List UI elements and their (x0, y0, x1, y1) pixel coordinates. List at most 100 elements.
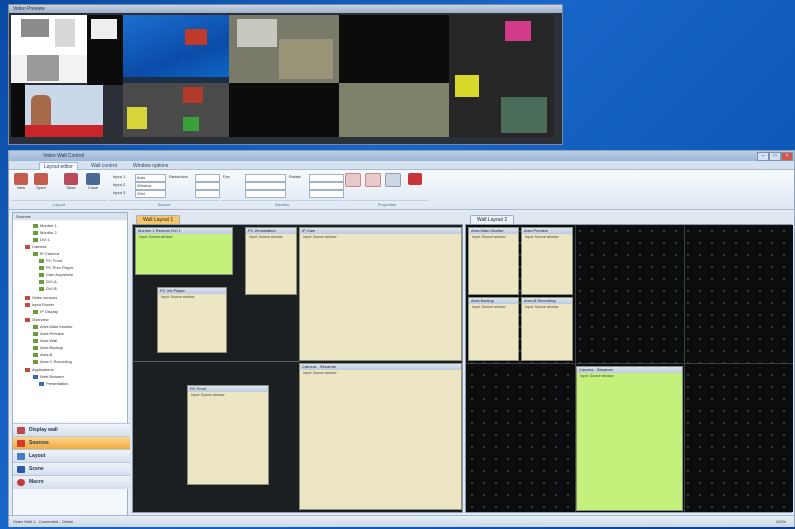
nav-display-wall[interactable]: Display wall (13, 423, 143, 437)
tree-item[interactable]: Web Browser (33, 374, 64, 379)
preview-tile-black (339, 15, 449, 83)
tree-item[interactable]: Area Preview (33, 331, 64, 336)
fps-field[interactable] (245, 174, 286, 182)
tree-item[interactable]: Input Router (25, 302, 54, 307)
tree-item[interactable]: IP Camera (33, 251, 59, 256)
input-label: Input 1 (113, 174, 126, 179)
doc-tab-wall-layout-2[interactable]: Wall Layout 2 (470, 215, 515, 224)
tree-item[interactable]: Overview (25, 317, 49, 322)
input-select[interactable]: Grid (135, 190, 166, 198)
status-text: Video Wall 1 - Connected - Online (13, 519, 74, 524)
preview-tile-black (229, 83, 339, 137)
ribbon-tabs: Layout editor Wall control Window option… (9, 161, 794, 171)
preview-tile-desktop (123, 15, 229, 83)
resolution-label: Resolution (169, 174, 188, 179)
nav-scene[interactable]: Scene (13, 462, 143, 476)
app-title: Video Wall Control (43, 153, 85, 159)
open-button[interactable]: Open (33, 173, 49, 195)
preview-tile-dashboard (449, 15, 554, 137)
maximize-icon[interactable]: □ (769, 152, 781, 161)
refresh-button[interactable] (385, 173, 401, 195)
new-button[interactable]: New (13, 173, 29, 195)
rotate-field[interactable] (309, 190, 344, 198)
macro-icon (17, 479, 25, 486)
source-window[interactable]: Area Backup Input: Source window (468, 297, 519, 361)
input-select[interactable]: Auto (135, 174, 166, 182)
delete-icon (345, 173, 361, 187)
tree-item[interactable]: Cam Anywhere (39, 272, 73, 277)
source-window[interactable]: Camera - Streamer Input: Source window (299, 363, 462, 510)
link-button[interactable] (365, 173, 381, 195)
preview-title: Video Preview (13, 6, 45, 12)
preview-tile-aerial (339, 83, 449, 137)
tree-item[interactable]: Monitor 2 (33, 230, 57, 235)
nav-macro[interactable]: Macro (13, 475, 143, 489)
source-window[interactable]: Camera - Streamer Input: Source window (576, 366, 683, 511)
close-icon[interactable]: × (781, 152, 793, 161)
resolution-field[interactable] (195, 182, 220, 190)
tree-item[interactable]: Area B (33, 352, 52, 357)
sidebar: Sources Monitor 1 Monitor 2 DVI 1 Camera… (12, 212, 143, 524)
source-window[interactable]: Area Main Monitor Input: Source window (468, 227, 519, 295)
calendar-icon (408, 173, 422, 185)
title-bar: Video Wall Control – □ × (9, 151, 794, 161)
tree-item[interactable]: PC Front (39, 258, 62, 263)
zoom-level: 100% (775, 519, 786, 524)
refresh-icon (385, 173, 401, 187)
rotate-label: Rotate (289, 174, 301, 179)
resolution-field[interactable] (195, 174, 220, 182)
tree-item[interactable]: DVI-B (39, 286, 57, 291)
nav-layout[interactable]: Layout (13, 449, 143, 463)
tree-item[interactable]: Presentation (39, 381, 68, 386)
rotate-field[interactable] (309, 182, 344, 190)
link-icon (365, 173, 381, 187)
tree-item[interactable]: Monitor 1 (33, 223, 57, 228)
input-label: Input 3 (113, 190, 126, 195)
tree-item[interactable]: Area Main Monitor (33, 324, 73, 329)
tree-item[interactable]: DVI-A (39, 279, 57, 284)
monitor-icon (86, 173, 100, 185)
source-window[interactable]: PC Workstation Input: Source window (245, 227, 297, 295)
tree-item[interactable]: PC Prev Player (39, 265, 73, 270)
input-select[interactable]: Window (135, 182, 166, 190)
fps-field[interactable] (245, 182, 286, 190)
save-button[interactable]: Save (63, 173, 79, 195)
grid-line (684, 225, 685, 512)
fps-field[interactable] (245, 190, 286, 198)
tree-item[interactable]: Area C Recording (33, 359, 72, 364)
doc-tab-wall-layout-1[interactable]: Wall Layout 1 (136, 215, 181, 224)
source-window[interactable]: PC Vid Player Input: Source window (157, 287, 227, 353)
tree-item[interactable]: Area Wall (33, 338, 57, 343)
close-layout-button[interactable]: Close (85, 173, 101, 195)
main-window: Video Wall Control – □ × Layout editor W… (8, 150, 795, 527)
rotate-field[interactable] (309, 174, 344, 182)
wall-pane-2: Area Main Monitor Input: Source window A… (465, 224, 793, 513)
ribbon: New Open Save Close Input 1 Auto Input 2… (9, 170, 794, 210)
tree-item[interactable]: DVI 1 (33, 237, 50, 242)
group-label: Properties (345, 200, 429, 209)
minimize-icon[interactable]: – (757, 152, 769, 161)
tree-item[interactable]: Video sources (25, 295, 57, 300)
delete-window-button[interactable] (345, 173, 361, 195)
source-window[interactable]: Monitor 1 Remote DVI 1 Input: Source win… (135, 227, 233, 275)
tab-window-options[interactable]: Window options (129, 162, 172, 170)
resolution-field[interactable] (195, 190, 220, 198)
sources-icon (17, 440, 25, 447)
source-window[interactable]: Area Preview Input: Source window (521, 227, 573, 295)
content-area: Wall Layout 1 Wall Layout 2 Monitor 1 Re… (130, 212, 793, 513)
sidebar-header: Sources (13, 213, 127, 220)
tree-item[interactable]: Applications (25, 367, 54, 372)
tab-wall-control[interactable]: Wall control (87, 162, 121, 170)
nav-sources[interactable]: Sources (13, 436, 143, 450)
tree-item[interactable]: Camera (25, 244, 46, 249)
status-bar: Video Wall 1 - Connected - Online 100% (9, 515, 794, 527)
source-window[interactable]: Area B Recording Input: Source window (521, 297, 573, 361)
schedule-button[interactable] (407, 173, 423, 195)
preview-tile-camera (229, 15, 339, 83)
preview-tile-black (11, 83, 25, 137)
grid-line (133, 361, 299, 362)
tree-item[interactable]: IP Display (33, 309, 58, 314)
source-window[interactable]: PC Front Input: Source window (187, 385, 269, 485)
tree-item[interactable]: Area Backup (33, 345, 63, 350)
source-window[interactable]: IP Cam Input: Source window (299, 227, 462, 361)
